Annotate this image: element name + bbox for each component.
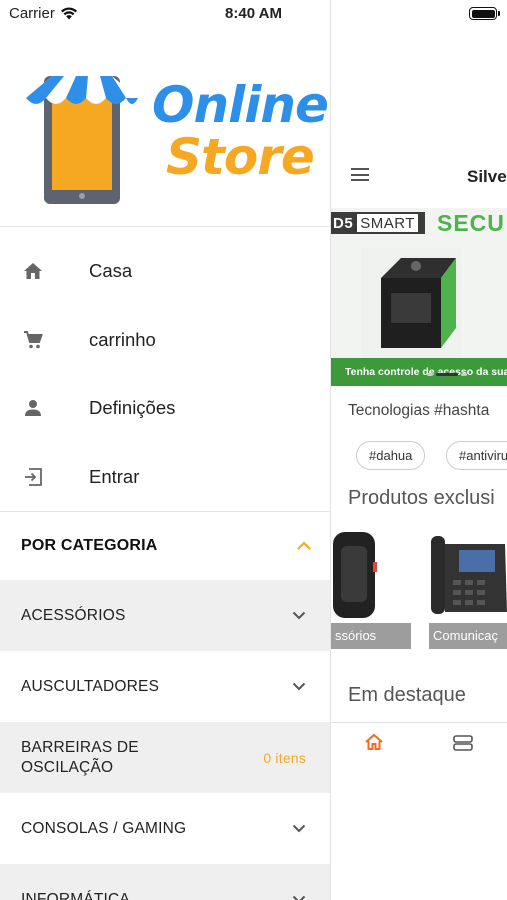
home-tab-icon[interactable] [364, 733, 384, 751]
product-card[interactable]: ssórios [331, 524, 411, 649]
category-row[interactable]: BARREIRAS DE OSCILAÇÃO 0 itens [0, 722, 330, 793]
menu-item-label: Casa [89, 260, 133, 282]
menu-hamburger-icon[interactable] [351, 168, 369, 185]
store-phone-logo-icon [26, 76, 138, 204]
tag-chip[interactable]: #antiviru [446, 441, 507, 470]
banner-brand-1: D5 [333, 214, 354, 232]
products-section-title: Produtos exclusi [348, 487, 495, 509]
bottom-tab-bar [331, 722, 507, 766]
menu-item-home[interactable]: Casa [0, 237, 330, 306]
logo-line-2: Store [166, 128, 315, 186]
category-name: BARREIRAS DE OSCILAÇÃO [21, 738, 139, 778]
access-control-device-image [361, 248, 461, 358]
category-row[interactable]: AUSCULTADORES [0, 651, 330, 722]
category-name-line: OSCILAÇÃO [21, 758, 114, 776]
category-row[interactable]: ACESSÓRIOS [0, 580, 330, 651]
categories-tab-icon[interactable] [453, 735, 473, 751]
chevron-down-icon [292, 824, 306, 833]
main-page: Silve D5 SMART SECU Tenha controle de ac… [330, 0, 507, 900]
category-name: INFORMÁTICA [21, 890, 130, 900]
product-caption: Comunicaç [429, 623, 507, 649]
battery-icon [469, 7, 500, 20]
product-caption: ssórios [331, 623, 411, 649]
menu-item-login[interactable]: Entrar [0, 443, 330, 512]
banner-brand: D5 SMART [331, 212, 425, 234]
cart-icon [22, 329, 44, 351]
drawer-menu: Casa carrinho Definições Entrar [0, 237, 330, 511]
category-name-line: BARREIRAS DE [21, 738, 139, 756]
category-item-count: 0 itens [263, 749, 306, 766]
banner-tagline: Tenha controle de acesso da sua [331, 358, 507, 386]
menu-item-label: Definições [89, 397, 176, 419]
category-header-title: POR CATEGORIA [21, 537, 158, 554]
promo-banner[interactable]: D5 SMART SECU Tenha controle de acesso d… [331, 208, 507, 386]
chevron-up-icon [297, 541, 311, 550]
store-logo[interactable]: Online Store [22, 60, 329, 210]
category-list: ACESSÓRIOS AUSCULTADORES BARREIRAS DE OSC… [0, 580, 330, 900]
smartwatch-image [331, 524, 411, 624]
home-icon [22, 260, 44, 282]
page-title: Silve [467, 167, 507, 186]
category-row[interactable]: CONSOLAS / GAMING [0, 793, 330, 864]
featured-section-title: Em destaque [348, 684, 466, 706]
chevron-down-icon [292, 682, 306, 691]
banner-brand-2: SMART [357, 214, 418, 232]
login-icon [22, 466, 44, 488]
menu-item-label: Entrar [89, 465, 140, 487]
carousel-indicator [427, 373, 467, 376]
person-icon [22, 397, 44, 419]
menu-item-settings[interactable]: Definições [0, 374, 330, 443]
clock: 8:40 AM [225, 5, 282, 22]
chevron-down-icon [292, 611, 306, 620]
product-card[interactable]: Comunicaç [429, 524, 507, 649]
category-name: ACESSÓRIOS [21, 606, 126, 624]
divider [0, 226, 330, 227]
category-section-header[interactable]: POR CATEGORIA [0, 512, 330, 580]
tech-section-title: Tecnologias #hashta [348, 402, 490, 419]
tag-chip[interactable]: #dahua [356, 441, 426, 470]
category-name: AUSCULTADORES [21, 677, 160, 695]
status-bar: Carrier 8:40 AM [0, 0, 507, 28]
chevron-down-icon [292, 895, 306, 900]
menu-item-cart[interactable]: carrinho [0, 306, 330, 375]
logo-wordmark: Online Store [152, 76, 329, 186]
category-row[interactable]: INFORMÁTICA [0, 864, 330, 900]
category-name: CONSOLAS / GAMING [21, 819, 187, 837]
menu-item-label: carrinho [89, 328, 156, 350]
logo-line-1: Online [152, 76, 329, 134]
ip-phone-image [429, 524, 507, 624]
navigation-drawer: Online Store Casa carrinho Definições En… [0, 0, 330, 900]
banner-headline: SECU [437, 210, 505, 236]
